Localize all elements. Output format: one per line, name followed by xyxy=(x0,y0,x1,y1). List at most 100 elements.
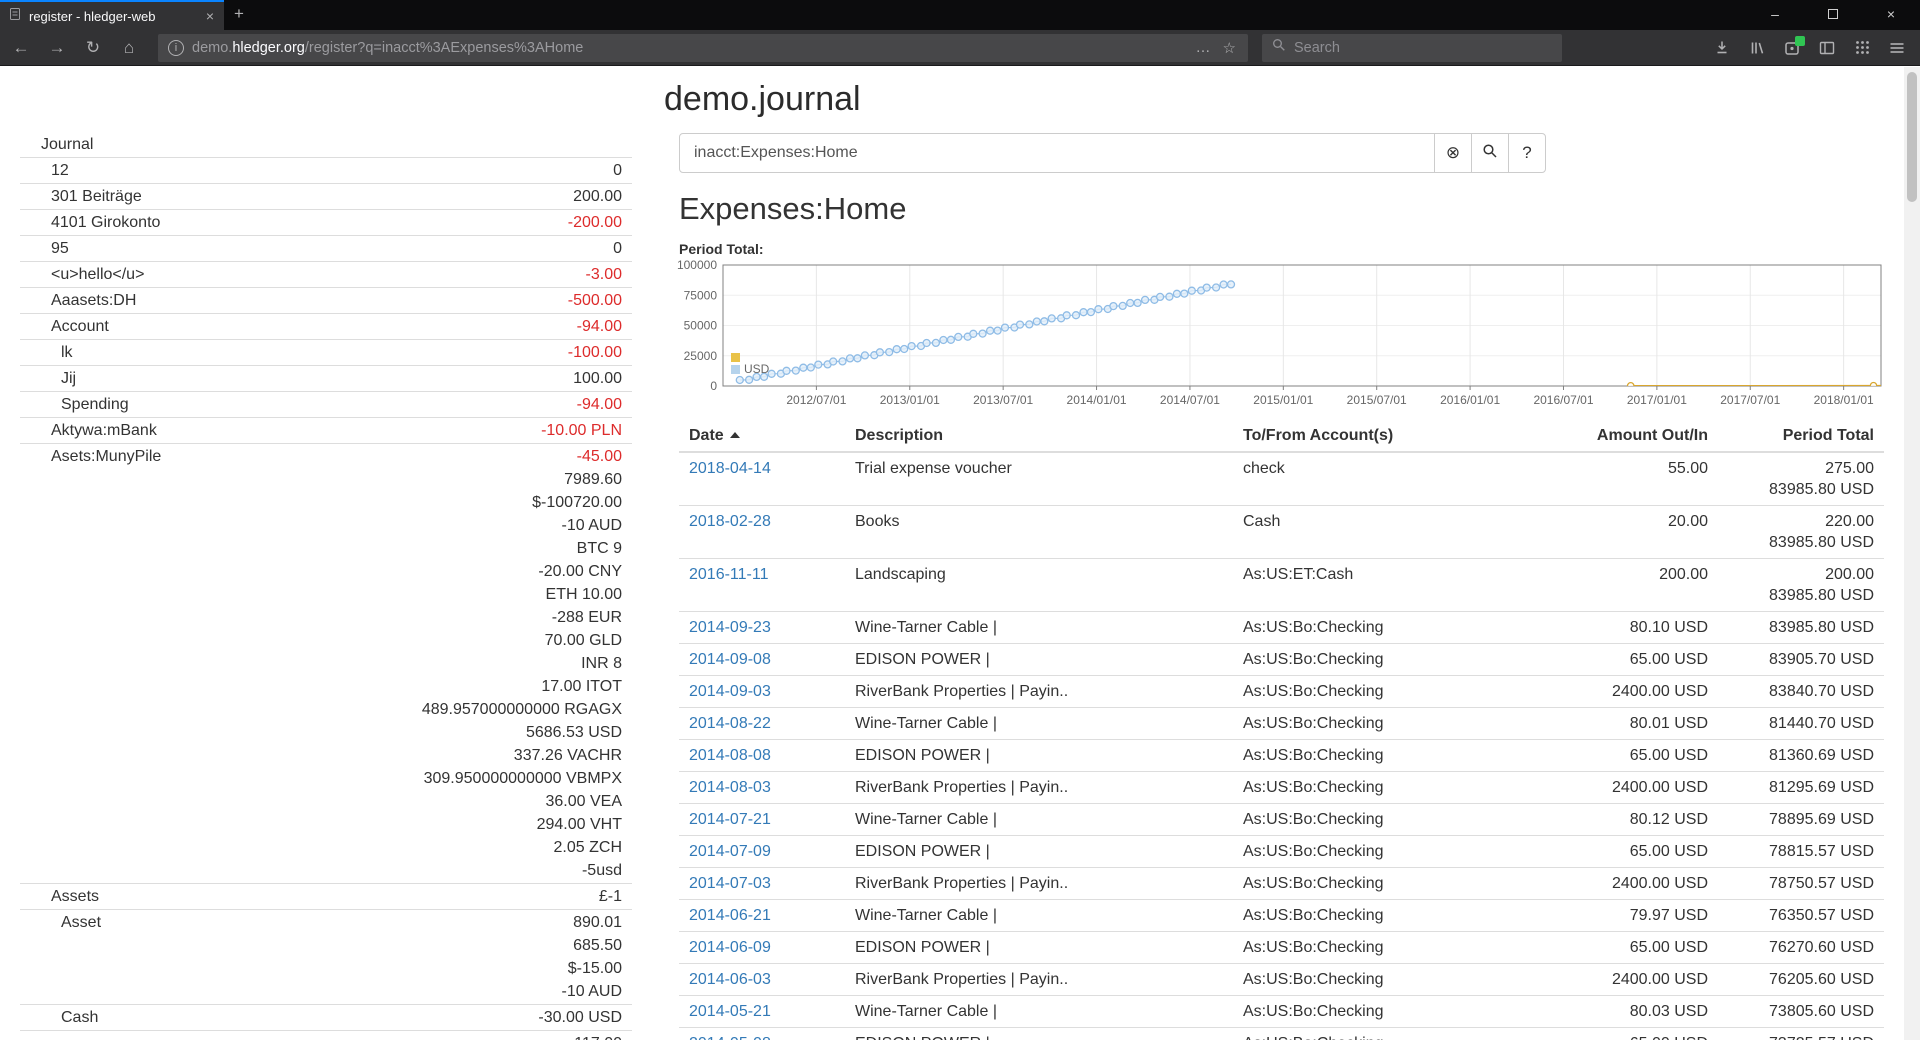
account-link[interactable]: <u>hello</u> xyxy=(20,263,586,286)
period-total-cell: 83840.70 USD xyxy=(1718,676,1884,708)
sidebar-title[interactable]: Journal xyxy=(20,133,632,156)
sidebar-account-row: Spending-94.00 xyxy=(20,392,632,418)
transaction-date-link[interactable]: 2014-05-08 xyxy=(689,1035,771,1040)
transaction-date-link[interactable]: 2014-07-03 xyxy=(689,875,771,892)
amount-cell: 200.00 xyxy=(1550,559,1718,612)
back-icon[interactable]: ← xyxy=(6,33,36,63)
account-link[interactable]: Aaasets:DH xyxy=(20,289,568,312)
transaction-date-link[interactable]: 2014-07-21 xyxy=(689,811,771,828)
balance-amount: ETH 10.00 xyxy=(422,583,622,606)
page-title: demo.journal xyxy=(664,79,1904,119)
amount-cell: 65.00 USD xyxy=(1550,1028,1718,1040)
library-icon[interactable] xyxy=(1744,35,1770,61)
minimize-button[interactable]: – xyxy=(1746,0,1804,30)
period-total-amount: 83840.70 USD xyxy=(1728,681,1874,702)
maximize-button[interactable] xyxy=(1804,0,1862,30)
page-actions-icon[interactable]: … xyxy=(1194,39,1213,56)
account-link[interactable]: lk xyxy=(20,341,568,364)
svg-text:0: 0 xyxy=(710,379,717,393)
help-button[interactable]: ? xyxy=(1508,133,1546,173)
account-link[interactable]: 301 Beiträge xyxy=(20,185,573,208)
close-button[interactable]: × xyxy=(1862,0,1920,30)
home-icon[interactable]: ⌂ xyxy=(114,33,144,63)
svg-text:100000: 100000 xyxy=(677,258,717,272)
new-tab-button[interactable]: + xyxy=(224,0,254,30)
query-input[interactable] xyxy=(679,133,1435,173)
balance-amount: 5686.53 USD xyxy=(422,721,622,744)
account-cell: As:US:ET:Cash xyxy=(1233,559,1550,612)
scrollbar-thumb[interactable] xyxy=(1907,72,1917,202)
account-link[interactable]: Spending xyxy=(20,393,577,416)
account-balance: 100.00 xyxy=(573,367,632,390)
account-link[interactable]: Aktywa:mBank xyxy=(20,419,541,442)
transaction-date-link[interactable]: 2016-11-11 xyxy=(689,566,768,583)
period-total-cell: 73805.60 USD xyxy=(1718,996,1884,1028)
period-total-cell: 83905.70 USD xyxy=(1718,644,1884,676)
transaction-date-link[interactable]: 2014-06-21 xyxy=(689,907,771,924)
account-link[interactable]: Jij xyxy=(20,367,573,390)
search-button[interactable] xyxy=(1471,133,1509,173)
account-link[interactable]: Cash xyxy=(20,1006,538,1029)
amount-cell: 80.12 USD xyxy=(1550,804,1718,836)
url-bar[interactable]: i demo.hledger.org/register?q=inacct%3AE… xyxy=(158,34,1248,62)
browser-search-bar[interactable]: Search xyxy=(1262,34,1562,62)
sort-caret-icon xyxy=(730,432,740,438)
browser-tab[interactable]: register - hledger-web × xyxy=(0,0,224,30)
transaction-date-link[interactable]: 2014-08-22 xyxy=(689,715,771,732)
account-cell: As:US:Bo:Checking xyxy=(1233,996,1550,1028)
account-balance: -200.00 xyxy=(568,211,632,234)
description-cell: EDISON POWER | xyxy=(845,1028,1233,1040)
period-total-cell: 78895.69 USD xyxy=(1718,804,1884,836)
account-link[interactable]: Assets xyxy=(20,885,599,908)
account-cell: As:US:Bo:Checking xyxy=(1233,836,1550,868)
clear-query-button[interactable]: ⊗ xyxy=(1434,133,1472,173)
register-row: 2014-05-21 Wine-Tarner Cable |As:US:Bo:Ch… xyxy=(679,996,1884,1028)
description-cell: Wine-Tarner Cable | xyxy=(845,996,1233,1028)
menu-icon[interactable] xyxy=(1884,35,1910,61)
transaction-date-link[interactable]: 2014-08-08 xyxy=(689,747,771,764)
site-info-icon[interactable]: i xyxy=(168,40,184,56)
transaction-date-link[interactable]: 2014-08-03 xyxy=(689,779,771,796)
transaction-date-link[interactable]: 2014-09-03 xyxy=(689,683,771,700)
period-total-amount: 73725.57 USD xyxy=(1728,1033,1874,1040)
reload-icon[interactable]: ↻ xyxy=(78,33,108,63)
transaction-date-link[interactable]: 2014-09-23 xyxy=(689,619,771,636)
tab-close-icon[interactable]: × xyxy=(204,8,216,24)
forward-icon[interactable]: → xyxy=(42,33,72,63)
transaction-date-link[interactable]: 2018-04-14 xyxy=(689,460,771,477)
extension-icon[interactable] xyxy=(1779,35,1805,61)
account-balance: -117.00 xyxy=(569,1032,632,1040)
grid-icon[interactable] xyxy=(1849,35,1875,61)
tab-title: register - hledger-web xyxy=(29,9,197,24)
transaction-date-link[interactable]: 2014-06-09 xyxy=(689,939,771,956)
clear-icon: ⊗ xyxy=(1446,143,1460,163)
column-header-date[interactable]: Date xyxy=(679,421,845,452)
transaction-date-link[interactable]: 2014-06-03 xyxy=(689,971,771,988)
balance-amount: 0 xyxy=(613,237,622,260)
account-link[interactable]: 4101 Girokonto xyxy=(20,211,568,234)
account-link[interactable]: 12 xyxy=(20,159,613,182)
page-scrollbar[interactable] xyxy=(1904,67,1920,1040)
main-column: demo.journal ⊗ ? Expenses:Home Period To… xyxy=(664,67,1904,1040)
download-icon[interactable] xyxy=(1709,35,1735,61)
account-link[interactable]: Account xyxy=(20,315,577,338)
sidebar-account-row: lk-100.00 xyxy=(20,340,632,366)
transaction-date-link[interactable]: 2018-02-28 xyxy=(689,513,771,530)
balance-amount: -30.00 USD xyxy=(538,1006,622,1029)
navigation-toolbar: ← → ↻ ⌂ i demo.hledger.org/register?q=in… xyxy=(0,30,1920,66)
bookmark-star-icon[interactable]: ☆ xyxy=(1221,39,1238,57)
period-total-amount: 83905.70 USD xyxy=(1728,649,1874,670)
transaction-date-link[interactable]: 2014-05-21 xyxy=(689,1003,771,1020)
transaction-date-link[interactable]: 2014-07-09 xyxy=(689,843,771,860)
sidebar-toggle-icon[interactable] xyxy=(1814,35,1840,61)
register-row: 2014-07-03RiverBank Properties | Payin..… xyxy=(679,868,1884,900)
period-total-cell: 200.0083985.80 USD xyxy=(1718,559,1884,612)
search-icon xyxy=(1482,143,1498,164)
transaction-date-link[interactable]: 2014-09-08 xyxy=(689,651,771,668)
account-link[interactable]: Asset xyxy=(20,911,562,934)
period-total-label: Period Total: xyxy=(679,241,1904,258)
description-cell: Books xyxy=(845,506,1233,559)
account-link[interactable]: Asets:MunyPile xyxy=(20,445,422,468)
svg-text:2015/07/01: 2015/07/01 xyxy=(1347,393,1407,407)
account-link[interactable]: 95 xyxy=(20,237,613,260)
